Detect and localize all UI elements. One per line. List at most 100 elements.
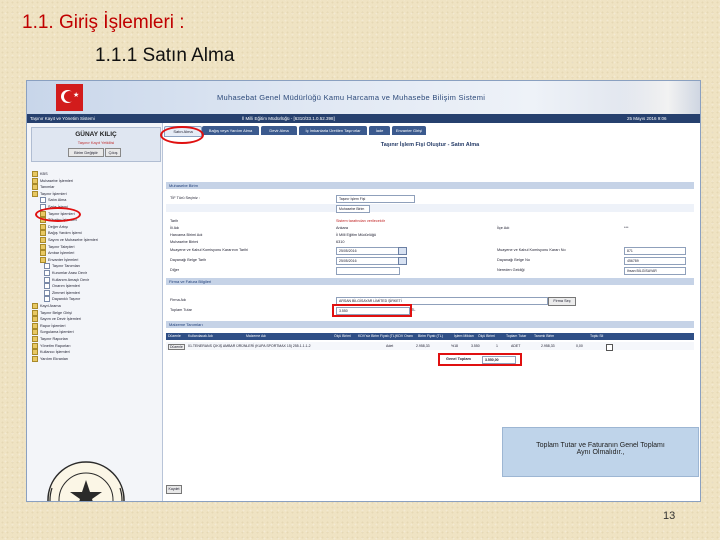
sidebar-item-label: Sayım ve Devir İşlemleri — [40, 317, 81, 322]
document-icon — [44, 270, 50, 276]
sidebar-item[interactable]: Onarım İşlemleri — [44, 283, 80, 290]
tab[interactable]: Devir Alma — [261, 126, 297, 135]
grid-header: Düzenle Kullanılacak Adı Malzeme Adı Ölçü B… — [166, 333, 694, 340]
tab[interactable]: İç İmkanlarla Üretilen Taşınırlar — [299, 126, 367, 135]
sidebar-item[interactable]: Kayıt Arama — [32, 303, 61, 309]
change-unit-button[interactable]: Birim Değiştir — [68, 148, 104, 157]
muhasebe-birim-field[interactable]: Muhasebe Birim — [336, 205, 370, 213]
sidebar-item-label: Satın Alma — [48, 198, 67, 203]
row-delete-checkbox[interactable] — [606, 344, 613, 351]
row-name: 01.TENERANS ÇIKIŞ AMBAR ÜRÜNLERİ (KUPA S… — [188, 344, 311, 348]
sidebar-item[interactable]: Bağış Yardım İşlemi — [40, 230, 82, 237]
navbar-date: 25 Mayıs 2016 9:06 — [627, 116, 667, 121]
screenshot-window: ★ Muhasebat Genel Müdürlüğü Kamu Harcama… — [26, 80, 701, 502]
exit-button[interactable]: Çıkış — [105, 148, 121, 157]
navbar-unit: İl Milli Eğitim Müdürlüğü - [6310/33.1.0… — [242, 116, 335, 121]
firma-select-button[interactable]: Firma Seç — [548, 297, 576, 306]
dayanak-date-field[interactable]: 25/05/2016 — [336, 257, 400, 265]
sidebar-item[interactable]: Tanımlar — [32, 184, 55, 191]
slide-title: 1.1. Giriş İşlemleri : — [22, 12, 185, 33]
row-unit: Adet — [386, 344, 394, 348]
diger-right-label: Nereden Geldiği — [497, 268, 525, 272]
sidebar-item-label: Zimmet İşlemleri — [52, 290, 80, 295]
sidebar-item-label: Sorgulama İşlemleri — [40, 330, 74, 335]
sidebar-item[interactable]: Muhasebe İşlemleri — [32, 177, 73, 184]
calendar-icon[interactable] — [398, 247, 407, 255]
folder-icon — [32, 309, 38, 316]
folder-icon — [32, 322, 38, 329]
sidebar-item[interactable]: Ambar İşlemleri — [40, 250, 74, 257]
user-name: GÜNAY KILIÇ — [75, 131, 117, 138]
sidebar-item[interactable]: Dayanıklı Taşınır — [44, 296, 81, 303]
sidebar-item[interactable]: Envanter İşlemleri — [40, 256, 79, 263]
document-icon — [40, 197, 46, 204]
sidebar-item[interactable]: Sorgulama İşlemleri — [32, 329, 74, 336]
sidebar-item-label: Sayım ve Muhasebe İşlemleri — [48, 238, 98, 242]
muayene-date-field[interactable]: 25/05/2016 — [336, 247, 400, 255]
sidebar-item[interactable]: Kullanıcı İşlemleri — [32, 349, 70, 356]
dayanak-date-label: Dayanağı Belge Tarih — [170, 258, 207, 262]
il-value: Ankara — [336, 226, 349, 230]
row-edit-button[interactable]: Düzenle — [168, 344, 185, 350]
sidebar-item[interactable]: Değer Artışı — [40, 223, 69, 230]
sidebar-item[interactable]: Satın Alma — [40, 197, 67, 204]
sidebar-item-label: Taşınır Tanımları — [52, 264, 80, 269]
folder-icon — [32, 171, 38, 177]
tab[interactable]: İade — [369, 126, 390, 135]
document-icon — [44, 263, 50, 270]
dayanak-no-field[interactable]: 456789 — [624, 257, 686, 265]
sidebar-item[interactable]: Taşınır Belge Girişi — [32, 309, 72, 316]
folder-icon — [40, 237, 46, 243]
tab[interactable]: Bağış veya Yardım Alma — [202, 126, 259, 135]
sidebar-item-label: Dayanıklı Taşınır — [52, 297, 81, 302]
muayene-no-label: Muayene ve Kabul Komisyonu Kararı No — [497, 248, 566, 252]
sidebar-item[interactable]: Kurumlar Arası Devir — [44, 270, 87, 276]
sidebar-item-label: Muhasebe İşlemleri — [40, 178, 73, 183]
firma-label: Firma Adı — [170, 298, 187, 302]
tif-type-select[interactable]: Taşınır İşlem Fişi — [336, 195, 415, 203]
sidebar-item[interactable]: Taşınır Tanımları — [44, 263, 80, 270]
sidebar-item[interactable]: Zimmet İşlemleri — [44, 289, 80, 296]
sidebar-item-label: Rapor İşlemleri — [40, 323, 66, 328]
sidebar-item[interactable]: Taşınır Raporları — [32, 336, 68, 342]
grid-column-header: Kullanılacak Adı — [188, 334, 213, 338]
sidebar-item[interactable]: Sayım ve Muhasebe İşlemleri — [40, 237, 98, 243]
tab[interactable]: Envanter Girişi — [392, 126, 426, 135]
muhasebe-kod-value: 6310 — [336, 240, 345, 244]
sidebar-item-label: Taşınır Talepleri — [48, 244, 75, 249]
sidebar-item-label: Bağış Yardım İşlemi — [48, 231, 82, 236]
calendar-icon[interactable] — [398, 257, 407, 265]
sidebar-item[interactable]: Rapor İşlemleri — [32, 322, 66, 329]
app-navbar: Taşınır Kayıt ve Yönetim Sistemi İl Mill… — [27, 114, 700, 123]
folder-icon — [40, 230, 46, 237]
sidebar-item[interactable]: KBS — [32, 171, 48, 177]
save-button[interactable]: Kaydet — [166, 485, 182, 494]
row-total: 2.958,33 — [541, 344, 555, 348]
sidebar-item[interactable]: Kullanım Amaçlı Devir — [44, 276, 89, 283]
tif-type-label: TİF Türü Seçiniz : — [170, 196, 200, 200]
sidebar-item[interactable]: Yardım Ekranları — [32, 355, 68, 362]
row-measure: ADET — [511, 344, 521, 348]
diger-field[interactable] — [336, 267, 400, 275]
sidebar-item[interactable]: Taşınır İşlemleri — [32, 190, 67, 197]
il-label: İli Adı — [170, 226, 180, 230]
sidebar-item[interactable]: Sayım ve Devir İşlemleri — [32, 316, 81, 323]
diger-right-field[interactable]: Ihsan BİLGİSAYAR — [624, 267, 686, 275]
folder-icon — [32, 349, 38, 356]
sidebar-item-label: Değer Artışı — [48, 224, 69, 229]
sidebar-item[interactable]: Taşınır Talepleri — [40, 243, 75, 250]
sidebar-item-label: Taşınır Belge Girişi — [40, 310, 72, 315]
banner-decoration — [620, 81, 700, 114]
folder-icon — [40, 256, 46, 263]
ilce-value: *** — [624, 226, 629, 230]
folder-icon — [32, 177, 38, 184]
ilce-label: İlçe Adı — [497, 226, 510, 230]
grid-column-header: Malzeme Adı — [246, 334, 267, 338]
sidebar-item-label: Envanter İşlemleri — [48, 257, 79, 262]
muayene-no-field[interactable]: 871 — [624, 247, 686, 255]
muayene-date-label: Muayene ve Kabul Komisyonu Kararının Tar… — [170, 248, 249, 252]
callout-line-2: Aynı Olmalıdır., — [576, 449, 625, 456]
grid-column-header: Tanımlı Birim — [534, 334, 555, 338]
sidebar-item[interactable]: Yönetim Raporları — [32, 342, 71, 349]
grid-column-header: KDV Oranı — [396, 334, 413, 338]
